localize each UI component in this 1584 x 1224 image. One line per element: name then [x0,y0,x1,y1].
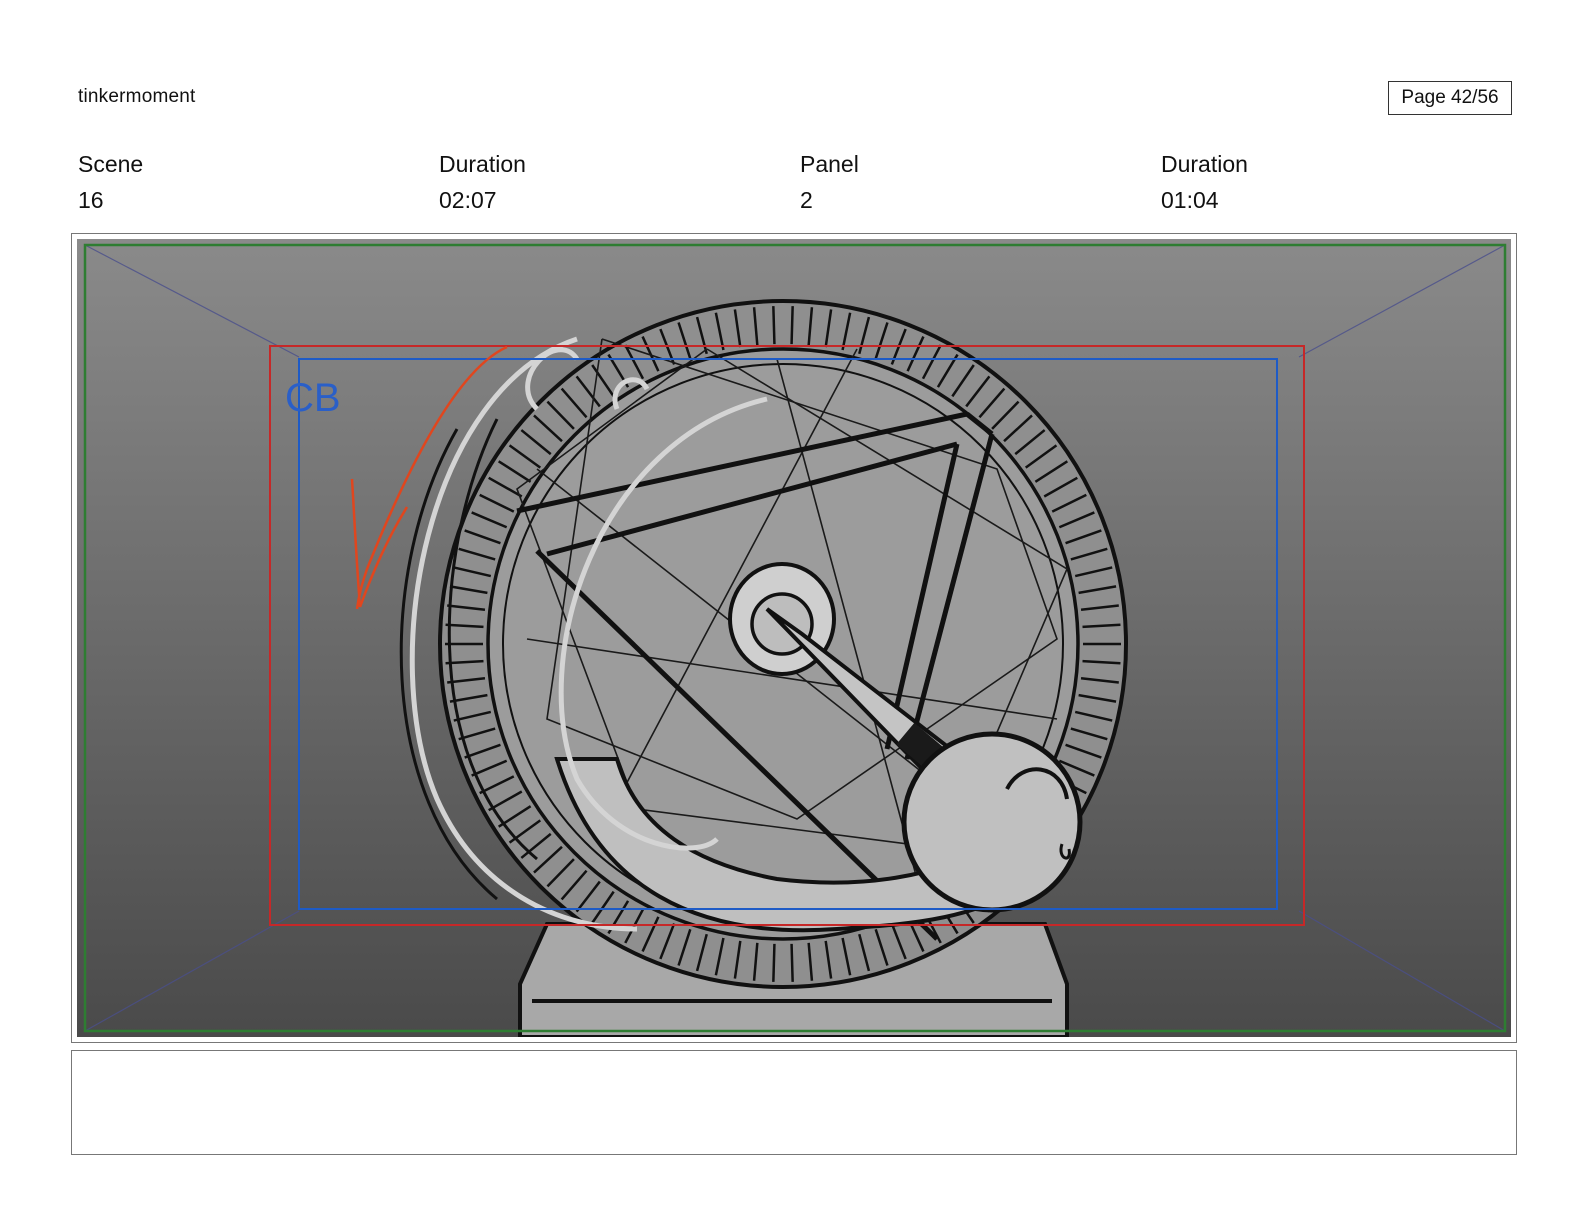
panel-duration-value: 01:04 [1161,187,1219,213]
scene-duration-info: Duration 02:07 [439,150,526,214]
panel-value: 2 [800,187,813,213]
panel-duration-info: Duration 01:04 [1161,150,1248,214]
panel-label: Panel [800,151,859,177]
page-counter: Page 42/56 [1388,81,1512,115]
scene-duration-value: 02:07 [439,187,497,213]
panel-duration-label: Duration [1161,151,1248,177]
panel-drawing: CB [77,239,1511,1037]
wheel-ridge [790,943,794,982]
scene-duration-label: Duration [439,151,526,177]
wheel-ridge [790,306,794,345]
scene-label: Scene [78,151,144,177]
panel-info: Panel 2 [800,150,859,214]
wheel-ridge [772,943,776,982]
scene-info: Scene 16 [78,150,143,214]
artist-initials: CB [285,376,341,420]
scene-value: 16 [78,187,104,213]
storyboard-panel: CB [71,233,1517,1043]
project-name: tinkermoment [78,86,196,107]
wheel-ridge [772,306,776,345]
panel-notes [71,1050,1517,1155]
